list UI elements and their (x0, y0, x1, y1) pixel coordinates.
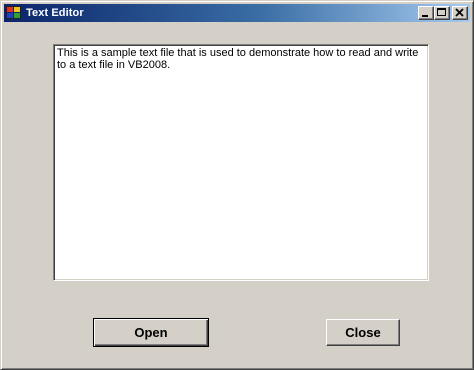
close-icon[interactable] (452, 6, 468, 20)
app-icon[interactable] (6, 6, 22, 20)
close-button[interactable]: Close (326, 319, 400, 346)
window-title: Text Editor (26, 7, 84, 19)
open-button[interactable]: Open (93, 318, 209, 347)
title-bar[interactable]: Text Editor (4, 4, 470, 22)
maximize-icon[interactable] (434, 6, 450, 20)
window-controls (418, 6, 468, 20)
editor-textbox[interactable]: This is a sample text file that is used … (53, 44, 429, 281)
text-editor-window: Text Editor This is a sample text file t… (0, 0, 474, 370)
minimize-icon[interactable] (418, 6, 434, 20)
